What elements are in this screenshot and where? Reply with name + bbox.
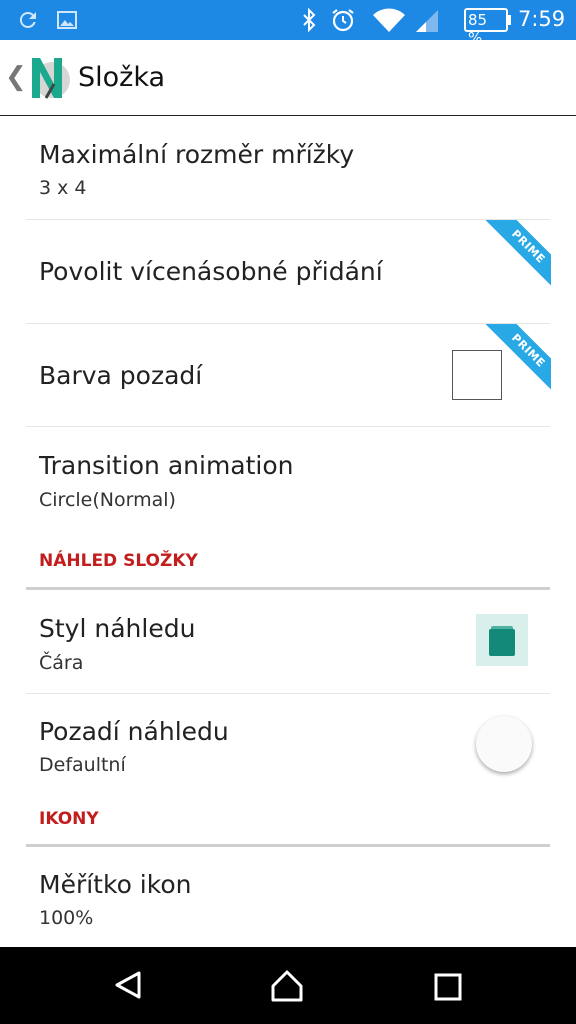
section-title: IKONY bbox=[39, 809, 99, 829]
clock: 7:59 bbox=[518, 7, 566, 31]
section-header-folder-preview: NÁHLED SLOŽKY bbox=[26, 534, 550, 590]
section-title: NÁHLED SLOŽKY bbox=[39, 551, 198, 571]
setting-title: Styl náhledu bbox=[39, 614, 196, 643]
back-icon[interactable] bbox=[112, 969, 144, 1001]
preview-background-circle bbox=[476, 716, 532, 772]
back-chevron-icon[interactable]: ❮ bbox=[5, 62, 27, 92]
home-icon[interactable] bbox=[270, 969, 304, 1003]
status-bar: 85 % 7:59 bbox=[0, 0, 576, 47]
battery-tip bbox=[508, 15, 511, 25]
section-header-icons: IKONY bbox=[26, 795, 550, 847]
signal-icon bbox=[416, 10, 438, 32]
setting-title: Povolit vícenásobné přidání bbox=[39, 257, 383, 286]
setting-title: Maximální rozměr mřížky bbox=[39, 140, 355, 169]
setting-summary: Circle(Normal) bbox=[39, 489, 176, 511]
setting-background-color[interactable]: Barva pozadí PRIME bbox=[26, 324, 551, 427]
sync-icon bbox=[19, 11, 36, 28]
preview-style-thumbnail bbox=[476, 614, 528, 666]
recents-icon[interactable] bbox=[434, 973, 462, 1001]
setting-icon-scale[interactable]: Měřítko ikon 100% bbox=[26, 847, 550, 953]
setting-preview-style[interactable]: Styl náhledu Čára bbox=[26, 590, 550, 694]
setting-preview-background[interactable]: Pozadí náhledu Defaultní bbox=[26, 694, 550, 795]
setting-title: Transition animation bbox=[39, 451, 294, 480]
battery-icon: 85 % bbox=[464, 8, 508, 47]
settings-list: Maximální rozměr mřížky 3 x 4 Povolit ví… bbox=[0, 117, 576, 953]
setting-summary: 3 x 4 bbox=[39, 177, 87, 199]
image-icon bbox=[57, 11, 77, 29]
bluetooth-icon bbox=[303, 8, 316, 32]
page-title: Složka bbox=[78, 62, 166, 93]
navigation-bar bbox=[0, 947, 576, 1024]
setting-title: Měřítko ikon bbox=[39, 870, 192, 899]
app-logo-icon[interactable] bbox=[28, 54, 72, 102]
setting-max-grid[interactable]: Maximální rozměr mřížky 3 x 4 bbox=[26, 117, 550, 220]
setting-summary: Defaultní bbox=[39, 754, 126, 776]
setting-multi-add[interactable]: Povolit vícenásobné přidání PRIME bbox=[26, 220, 551, 324]
wifi-icon bbox=[373, 8, 405, 32]
setting-title: Barva pozadí bbox=[39, 361, 203, 390]
setting-transition-animation[interactable]: Transition animation Circle(Normal) bbox=[26, 427, 550, 534]
alarm-icon bbox=[332, 9, 354, 32]
prime-badge: PRIME bbox=[483, 324, 551, 392]
setting-summary: Čára bbox=[39, 652, 84, 674]
setting-summary: 100% bbox=[39, 907, 94, 929]
setting-title: Pozadí náhledu bbox=[39, 717, 229, 746]
toolbar: ❮ Složka bbox=[0, 40, 576, 116]
prime-badge: PRIME bbox=[483, 220, 551, 288]
